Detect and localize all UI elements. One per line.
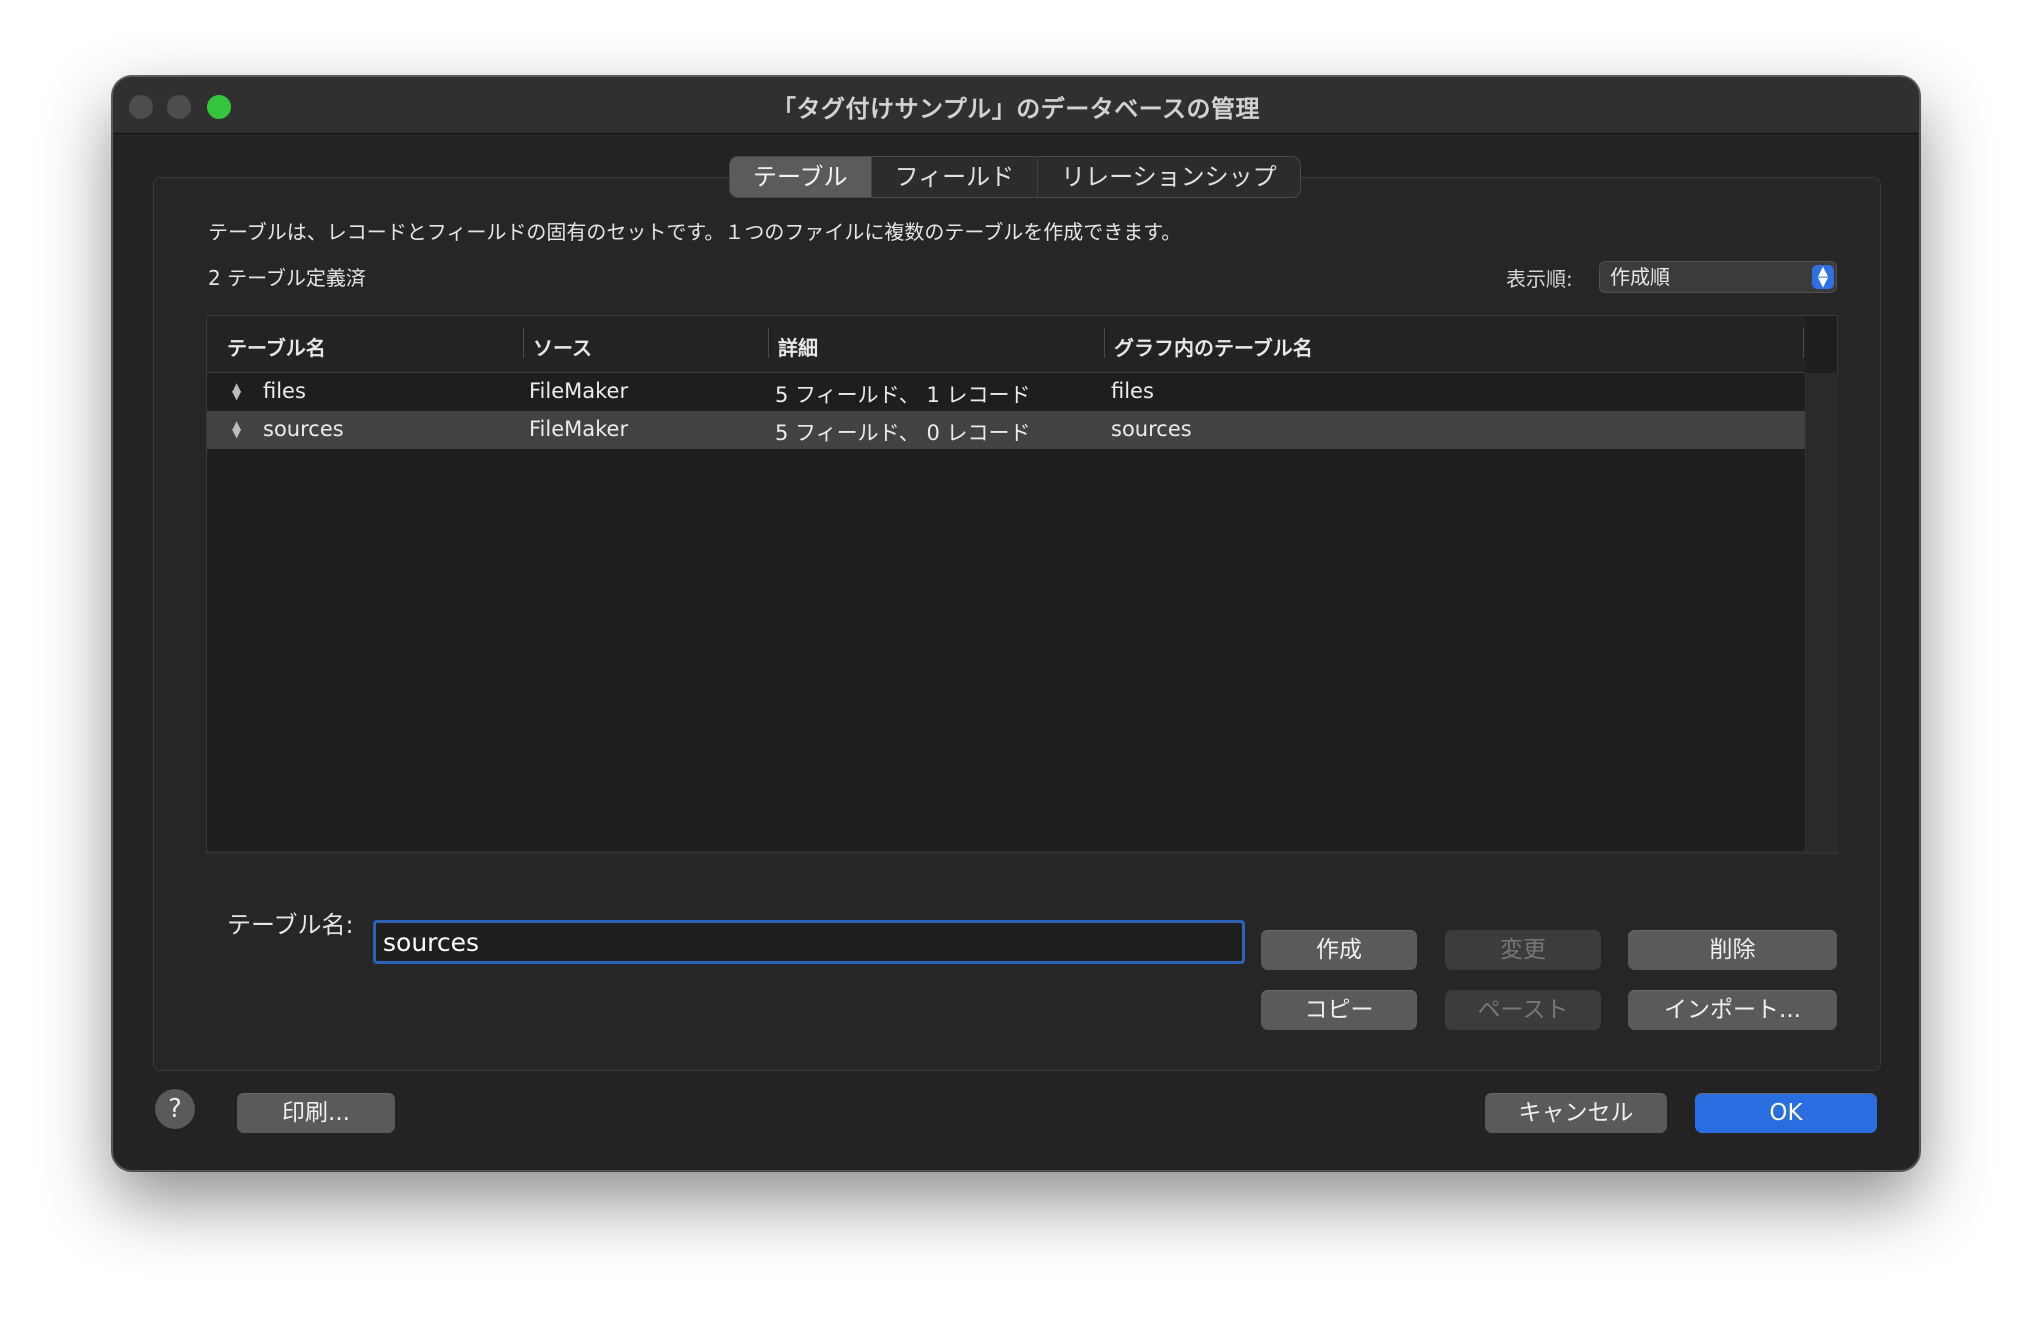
paste-button[interactable]: ペースト — [1445, 990, 1601, 1030]
drag-handle-icon[interactable]: ▲ ▼ — [232, 381, 241, 401]
row-table-name: sources — [263, 417, 344, 441]
row-table-name: files — [263, 379, 306, 403]
row-source: FileMaker — [529, 417, 629, 441]
sort-label: 表示順: — [1506, 267, 1573, 291]
table-row[interactable]: ▲ ▼ files FileMaker 5 フィールド、 1 レコード files — [207, 373, 1805, 411]
row-detail: 5 フィールド、 1 レコード — [775, 383, 1031, 407]
manage-database-window: 「タグ付けサンプル」のデータベースの管理 テーブル フィールド リレーションシッ… — [112, 76, 1920, 1171]
drag-handle-icon[interactable]: ▲ ▼ — [232, 419, 241, 439]
cancel-button[interactable]: キャンセル — [1485, 1093, 1667, 1133]
column-header-source[interactable]: ソース — [533, 332, 592, 361]
table-name-label: テーブル名: — [227, 911, 354, 939]
change-button[interactable]: 変更 — [1445, 930, 1601, 970]
table-row[interactable]: ▲ ▼ sources FileMaker 5 フィールド、 0 レコード sou… — [207, 411, 1805, 449]
tab-tables[interactable]: テーブル — [730, 157, 872, 197]
ok-button[interactable]: OK — [1695, 1093, 1877, 1133]
create-button[interactable]: 作成 — [1261, 930, 1417, 970]
tab-fields[interactable]: フィールド — [872, 157, 1039, 197]
vertical-scrollbar[interactable] — [1805, 373, 1838, 851]
column-header-graph-table-name[interactable]: グラフ内のテーブル名 — [1114, 332, 1313, 361]
row-graph-name: files — [1111, 379, 1154, 403]
tab-bar: テーブル フィールド リレーションシップ — [729, 156, 1301, 198]
sort-order-select[interactable]: 作成順 ▲ ▼ — [1599, 261, 1837, 293]
sort-order-value: 作成順 — [1610, 265, 1670, 289]
window-title: 「タグ付けサンプル」のデータベースの管理 — [771, 95, 1261, 123]
delete-button[interactable]: 削除 — [1628, 930, 1837, 970]
column-header-detail[interactable]: 詳細 — [778, 332, 818, 361]
horizontal-scrollbar[interactable] — [207, 851, 1837, 854]
help-button[interactable]: ? — [155, 1089, 195, 1129]
table-name-input[interactable] — [373, 920, 1245, 964]
row-source: FileMaker — [529, 379, 629, 403]
column-header-table-name[interactable]: テーブル名 — [227, 332, 326, 361]
row-graph-name: sources — [1111, 417, 1192, 441]
row-detail: 5 フィールド、 0 レコード — [775, 421, 1031, 445]
table-count: 2 テーブル定義済 — [208, 266, 366, 290]
tables-description: テーブルは、レコードとフィールドの固有のセットです。１つのファイルに複数のテーブ… — [208, 220, 1182, 244]
chevron-up-down-icon: ▲ ▼ — [1812, 265, 1834, 289]
print-button[interactable]: 印刷... — [237, 1093, 395, 1133]
title-bar: 「タグ付けサンプル」のデータベースの管理 — [113, 77, 1919, 134]
table-header: テーブル名 ソース 詳細 グラフ内のテーブル名 — [207, 316, 1805, 373]
tables-list: テーブル名 ソース 詳細 グラフ内のテーブル名 ▲ ▼ files FileMak… — [206, 315, 1838, 854]
import-button[interactable]: インポート... — [1628, 990, 1837, 1030]
tab-relationships[interactable]: リレーションシップ — [1038, 157, 1300, 197]
table-rows: ▲ ▼ files FileMaker 5 フィールド、 1 レコード files… — [207, 373, 1805, 449]
copy-button[interactable]: コピー — [1261, 990, 1417, 1030]
